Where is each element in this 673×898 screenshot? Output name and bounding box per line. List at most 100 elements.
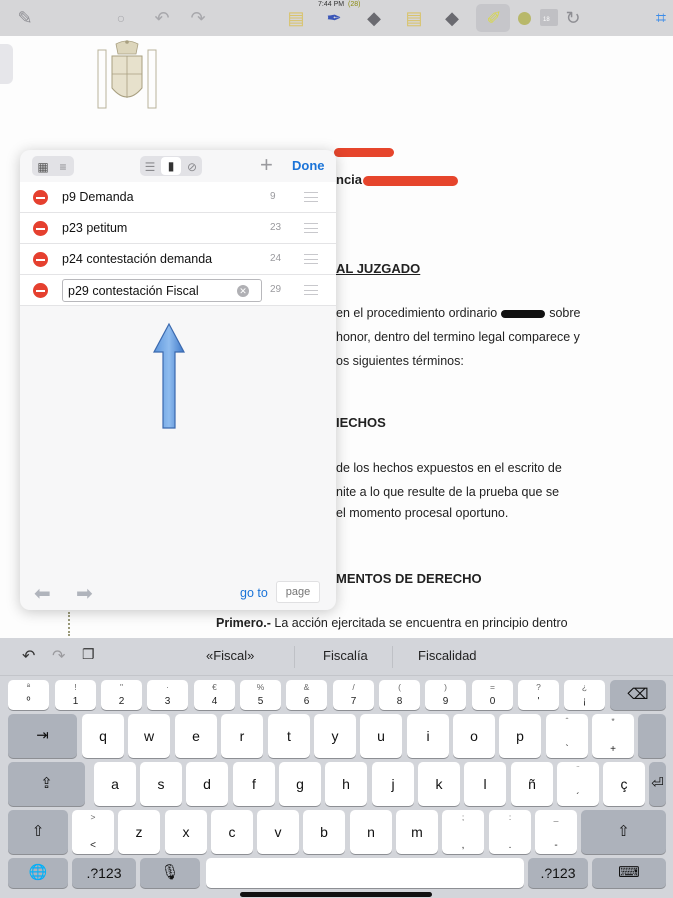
- bookmark-name-input[interactable]: [68, 283, 236, 299]
- dictation-key[interactable]: 🎙: [140, 858, 200, 888]
- symbol-key[interactable]: ) 9: [425, 680, 466, 710]
- letter-key[interactable]: q: [82, 714, 124, 758]
- redo-icon[interactable]: ↷: [186, 6, 210, 30]
- tab-key[interactable]: ⇥: [8, 714, 77, 758]
- circle-icon[interactable]: [518, 12, 531, 25]
- note-icon[interactable]: ▤: [402, 6, 426, 30]
- letter-key[interactable]: ñ: [511, 762, 553, 806]
- outline-icon[interactable]: ☰: [140, 156, 160, 178]
- delete-icon[interactable]: [33, 221, 48, 236]
- symbol-key[interactable]: & 6: [286, 680, 327, 710]
- goto-button[interactable]: go to: [240, 586, 268, 600]
- letter-key[interactable]: w: [128, 714, 170, 758]
- letter-key[interactable]: i: [407, 714, 449, 758]
- symbol-key[interactable]: ªº: [8, 680, 49, 710]
- row-end-key[interactable]: [638, 714, 666, 758]
- symbol-key[interactable]: :.: [489, 810, 531, 854]
- letter-key[interactable]: m: [396, 810, 438, 854]
- page-number-input[interactable]: [276, 581, 320, 603]
- reorder-handle-icon[interactable]: [304, 192, 318, 202]
- undo-icon[interactable]: ↶: [150, 6, 174, 30]
- delete-key[interactable]: ⌫: [610, 680, 666, 710]
- reorder-handle-icon[interactable]: [304, 285, 318, 295]
- crop-icon[interactable]: ⌗: [650, 6, 672, 30]
- shift-key[interactable]: ⇧: [8, 810, 68, 854]
- letter-key[interactable]: s: [140, 762, 182, 806]
- bookmark-row[interactable]: p24 contestación demanda 24: [20, 244, 336, 275]
- symbol-key[interactable]: ! 1: [55, 680, 96, 710]
- reorder-handle-icon[interactable]: [304, 223, 318, 233]
- bookmark-row-editing[interactable]: ✕ 29: [20, 275, 336, 306]
- letter-key[interactable]: y: [314, 714, 356, 758]
- prediction-item[interactable]: Fiscalía: [323, 648, 368, 663]
- reorder-handle-icon[interactable]: [304, 254, 318, 264]
- paste-icon[interactable]: ❐: [82, 646, 95, 663]
- sidebar-pull-tab[interactable]: [0, 44, 13, 84]
- letter-key[interactable]: ç: [603, 762, 645, 806]
- letter-key[interactable]: l: [464, 762, 506, 806]
- prediction-item[interactable]: «Fiscal»: [206, 648, 254, 663]
- letter-key[interactable]: v: [257, 810, 299, 854]
- clear-text-icon[interactable]: ✕: [237, 285, 249, 297]
- symbol-key[interactable]: ¿ ¡: [564, 680, 605, 710]
- letter-key[interactable]: z: [118, 810, 160, 854]
- delete-icon[interactable]: [33, 283, 48, 298]
- hide-keyboard-key[interactable]: ⌨: [592, 858, 666, 888]
- letter-key[interactable]: e: [175, 714, 217, 758]
- letter-key[interactable]: j: [372, 762, 414, 806]
- letter-key[interactable]: a: [94, 762, 136, 806]
- prediction-item[interactable]: Fiscalidad: [418, 648, 477, 663]
- letter-key[interactable]: r: [221, 714, 263, 758]
- symbol-key[interactable]: ? ': [518, 680, 559, 710]
- symbol-key[interactable]: = 0: [472, 680, 513, 710]
- letter-key[interactable]: b: [303, 810, 345, 854]
- eraser-icon[interactable]: ◆: [440, 6, 464, 30]
- bookmark-row[interactable]: p9 Demanda 9: [20, 182, 336, 213]
- accent-key[interactable]: ¨ ´: [557, 762, 599, 806]
- return-key[interactable]: ⏎: [649, 762, 666, 806]
- symbol-key[interactable]: > <: [72, 810, 114, 854]
- symbol-key[interactable]: ;,: [442, 810, 484, 854]
- letter-key[interactable]: n: [350, 810, 392, 854]
- symbol-key[interactable]: (8: [379, 680, 420, 710]
- numbers-key[interactable]: .?123: [528, 858, 588, 888]
- symbol-key[interactable]: /7: [333, 680, 374, 710]
- symbol-key[interactable]: % 5: [240, 680, 281, 710]
- letter-key[interactable]: k: [418, 762, 460, 806]
- note-icon[interactable]: ▤: [284, 6, 308, 30]
- annotations-icon[interactable]: ⊘: [182, 156, 202, 178]
- highlighter-icon[interactable]: ✐: [482, 6, 506, 30]
- letter-key[interactable]: d: [186, 762, 228, 806]
- forward-icon[interactable]: ➡: [76, 581, 93, 606]
- letter-key[interactable]: p: [499, 714, 541, 758]
- letter-key[interactable]: f: [233, 762, 275, 806]
- list-view-icon[interactable]: ≡: [54, 156, 72, 178]
- letter-key[interactable]: t: [268, 714, 310, 758]
- accent-key[interactable]: ˆ `: [546, 714, 588, 758]
- bookmark-icon[interactable]: ▮: [161, 157, 181, 175]
- numbers-key[interactable]: .?123: [72, 858, 136, 888]
- space-key[interactable]: [206, 858, 524, 888]
- shift-key[interactable]: ⇧: [581, 810, 666, 854]
- letter-key[interactable]: g: [279, 762, 321, 806]
- letter-key[interactable]: h: [325, 762, 367, 806]
- add-bookmark-button[interactable]: +: [260, 152, 273, 178]
- line-size-icon[interactable]: 18: [540, 9, 558, 26]
- color-dot-icon[interactable]: ○: [110, 6, 132, 30]
- letter-key[interactable]: x: [165, 810, 207, 854]
- undo-icon[interactable]: ↶: [22, 646, 35, 666]
- pen-icon[interactable]: ✒: [322, 6, 346, 30]
- grid-view-icon[interactable]: ▦: [34, 156, 52, 178]
- symbol-key[interactable]: _ -: [535, 810, 577, 854]
- done-button[interactable]: Done: [292, 158, 325, 173]
- back-icon[interactable]: ⬅: [34, 581, 51, 606]
- delete-icon[interactable]: [33, 252, 48, 267]
- symbol-key[interactable]: " 2: [101, 680, 142, 710]
- bookmark-name-field[interactable]: ✕: [62, 279, 262, 302]
- lasso-icon[interactable]: ✎: [12, 6, 38, 30]
- caps-lock-key[interactable]: ⇪: [8, 762, 85, 806]
- symbol-key[interactable]: * +: [592, 714, 634, 758]
- redo-icon[interactable]: ↷: [52, 646, 65, 666]
- symbol-key[interactable]: · 3: [147, 680, 188, 710]
- eraser-icon[interactable]: ◆: [362, 6, 386, 30]
